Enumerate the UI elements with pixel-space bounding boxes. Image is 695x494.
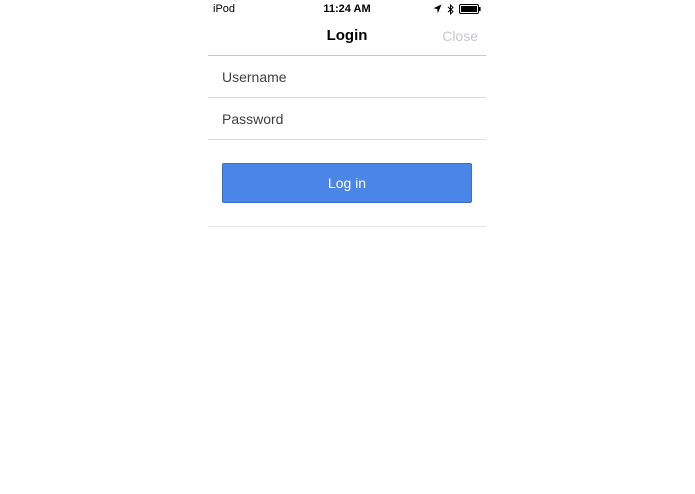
password-input[interactable] xyxy=(222,98,472,139)
username-input[interactable] xyxy=(222,56,472,97)
navigation-bar: Login Close xyxy=(208,18,486,56)
username-row xyxy=(208,56,486,98)
bluetooth-icon xyxy=(447,3,454,15)
status-bar: iPod 11:24 AM xyxy=(208,0,486,18)
location-arrow-icon xyxy=(433,4,442,14)
password-row xyxy=(208,98,486,140)
close-button[interactable]: Close xyxy=(442,28,478,44)
status-icons xyxy=(433,3,481,15)
section-divider xyxy=(208,226,486,227)
login-screen: iPod 11:24 AM Login Close Username Log i… xyxy=(208,0,486,494)
login-button[interactable]: Log in xyxy=(222,163,472,203)
battery-icon xyxy=(459,4,481,14)
